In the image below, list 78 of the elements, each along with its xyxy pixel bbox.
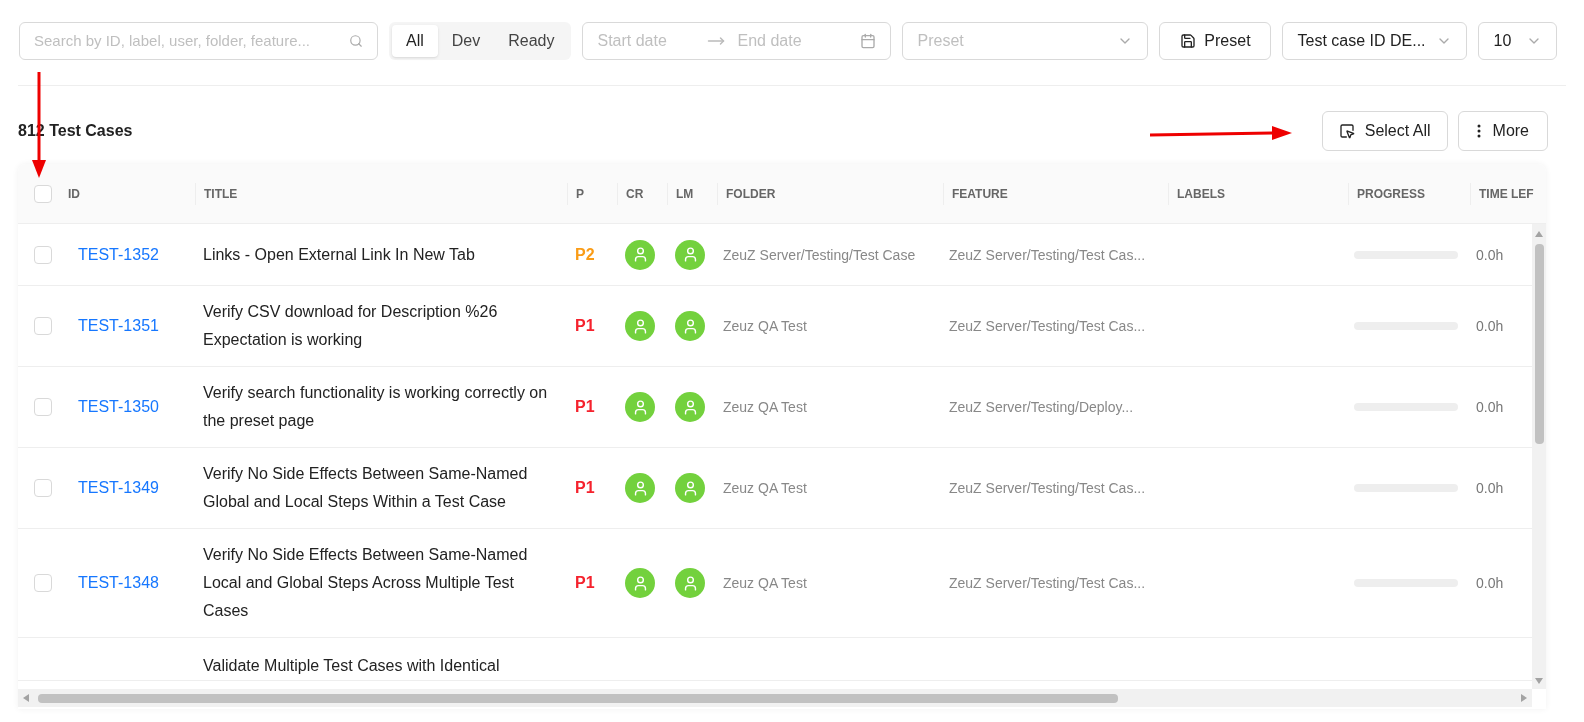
status-tab[interactable]: Ready <box>494 25 569 57</box>
column-header: CR <box>626 185 644 203</box>
checkbox[interactable] <box>34 245 52 264</box>
more-button[interactable]: More <box>1457 111 1548 151</box>
checkbox[interactable] <box>34 479 52 497</box>
scroll-down-icon <box>1534 677 1544 685</box>
checkbox[interactable] <box>34 574 52 592</box>
test-case-id-link[interactable]: TEST-1348 <box>78 574 159 591</box>
avatar-icon <box>625 392 655 422</box>
avatar-icon <box>675 392 705 422</box>
avatar-icon <box>675 473 705 503</box>
avatar-icon <box>625 473 655 503</box>
search-icon <box>349 34 363 48</box>
time-left: 0.0h <box>1476 480 1504 496</box>
calendar-icon <box>860 33 877 49</box>
sort-select[interactable]: Test case ID DE... <box>1282 22 1468 60</box>
scroll-up-icon <box>1534 230 1544 238</box>
feature-path: ZeuZ Server/Testing/Test Cas... <box>949 318 1146 334</box>
save-icon <box>1180 33 1197 49</box>
feature-path: ZeuZ Server/Testing/Test Cas... <box>949 575 1146 591</box>
priority-label: P2 <box>575 245 595 263</box>
folder-path: Zeuz QA Test <box>723 318 807 334</box>
checkbox[interactable] <box>34 184 52 203</box>
avatar-icon <box>675 239 705 270</box>
folder-path: Zeuz QA Test <box>723 399 807 415</box>
column-header: ID <box>68 185 80 203</box>
scrollbar-thumb[interactable] <box>1534 244 1544 444</box>
folder-path: ZeuZ Server/Testing/Test Case <box>723 246 916 263</box>
column-header: FEATURE <box>952 185 1008 203</box>
column-header: P <box>576 185 584 203</box>
avatar-icon <box>625 568 655 598</box>
time-left: 0.0h <box>1476 575 1504 591</box>
test-case-id-link[interactable]: TEST-1349 <box>78 479 159 496</box>
folder-path: Zeuz QA Test <box>723 575 807 591</box>
priority-label: P1 <box>575 479 595 496</box>
priority-label: P1 <box>575 574 595 591</box>
status-tab[interactable]: All <box>392 25 438 57</box>
checkbox[interactable] <box>34 398 52 416</box>
avatar-icon <box>675 311 705 341</box>
checkbox[interactable] <box>34 317 52 335</box>
horizontal-scrollbar[interactable] <box>18 689 1532 707</box>
test-case-id-link[interactable]: TEST-1350 <box>78 398 159 415</box>
more-icon <box>1476 124 1481 138</box>
column-header: LM <box>676 185 694 203</box>
folder-path: Zeuz QA Test <box>723 480 807 496</box>
time-left: 0.0h <box>1476 318 1504 334</box>
scroll-right-icon <box>1520 693 1528 703</box>
status-tab[interactable]: Dev <box>437 25 495 57</box>
test-case-id-link[interactable]: TEST-1351 <box>78 317 159 334</box>
test-case-title: Verify CSV download for Description %26 Expectation is working <box>203 302 499 350</box>
save-preset-button[interactable]: Preset <box>1159 22 1272 60</box>
vertical-scrollbar[interactable] <box>1532 224 1546 689</box>
feature-path: ZeuZ Server/Testing/Test Cas... <box>949 246 1146 263</box>
avatar-icon <box>625 311 655 341</box>
feature-path: ZeuZ Server/Testing/Deploy... <box>949 399 1134 415</box>
avatar-icon <box>625 239 655 270</box>
column-header: PROGRESS <box>1357 185 1425 203</box>
column-header: TITLE <box>204 185 238 203</box>
test-case-title: Verify No Side Effects Between Same-Named Global and Local Steps Within a Test Case <box>203 464 529 512</box>
time-left: 0.0h <box>1476 399 1504 415</box>
test-case-title: Verify search functionality is working correctly on the preset page <box>203 383 549 431</box>
scrollbar-thumb[interactable] <box>38 693 1118 703</box>
feature-path: ZeuZ Server/Testing/Test Cas... <box>949 480 1146 496</box>
select-cursor-icon <box>1338 123 1355 139</box>
select-all-button[interactable]: Select All <box>1321 111 1448 151</box>
time-left: 0.0h <box>1476 246 1504 263</box>
scroll-left-icon <box>22 693 30 703</box>
test-case-id-link[interactable]: TEST-1352 <box>78 245 159 263</box>
test-case-title: Validate Multiple Test Cases with Identical <box>203 656 501 676</box>
page-size-select[interactable]: 10 <box>1478 22 1558 60</box>
column-header: TIME LEF <box>1479 185 1534 203</box>
priority-label: P1 <box>575 398 595 415</box>
priority-label: P1 <box>575 317 595 334</box>
test-case-title: Verify No Side Effects Between Same-Named Local and Global Steps Across Multiple Test Cases <box>203 545 529 621</box>
column-header: LABELS <box>1177 185 1225 203</box>
column-header: FOLDER <box>726 185 776 203</box>
test-case-title: Links - Open External Link In New Tab <box>203 244 476 265</box>
avatar-icon <box>675 568 705 598</box>
